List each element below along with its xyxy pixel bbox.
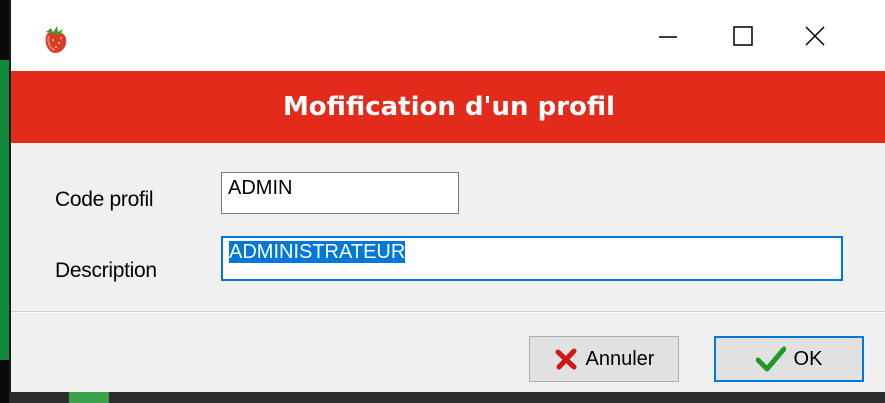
red-x-icon <box>555 348 577 370</box>
title-bar[interactable] <box>11 0 885 71</box>
close-icon <box>805 25 825 46</box>
footer-divider-highlight <box>11 312 885 313</box>
dialog-window: Mofification d'un profil Code profil ADM… <box>9 0 885 392</box>
code-profil-label: Code profil <box>55 188 154 211</box>
dialog-title: Mofification d'un profil <box>282 92 616 122</box>
dialog-header: Mofification d'un profil <box>11 71 885 143</box>
maximize-icon <box>733 25 753 46</box>
background-taskbar-strip <box>9 392 885 403</box>
ok-button[interactable]: OK <box>714 336 864 382</box>
ok-button-label: OK <box>793 347 823 370</box>
code-profil-input[interactable]: ADMIN <box>221 172 459 214</box>
description-input[interactable]: ADMINISTRATEUR <box>221 236 843 281</box>
background-taskbar-accent <box>69 392 109 403</box>
maximize-button[interactable] <box>713 0 773 71</box>
minimize-button[interactable] <box>638 0 698 71</box>
close-button[interactable] <box>785 0 845 71</box>
background-window-accent <box>0 60 9 360</box>
code-profil-value: ADMIN <box>228 177 293 199</box>
strawberry-icon <box>45 26 67 53</box>
cancel-button-label: Annuler <box>585 347 655 370</box>
green-check-icon <box>755 346 786 372</box>
cancel-button[interactable]: Annuler <box>529 336 679 382</box>
description-value: ADMINISTRATEUR <box>229 241 406 263</box>
minimize-icon <box>659 35 677 38</box>
description-label: Description <box>55 259 157 282</box>
background-window-edge <box>0 0 9 403</box>
